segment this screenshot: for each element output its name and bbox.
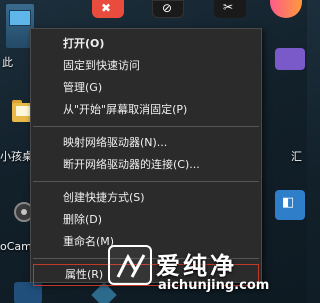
ocam-label: oCam [0, 240, 32, 253]
this-pc-label: 此 [2, 56, 13, 69]
menu-separator [33, 181, 259, 182]
folder-label: 小孩桌 [0, 150, 33, 163]
app-icon[interactable]: ⊘ [152, 0, 184, 18]
menu-item-unpin-start[interactable]: 从"开始"屏幕取消固定(P) [31, 99, 261, 121]
desktop-label: 汇 [291, 150, 302, 163]
app-icon[interactable] [270, 0, 302, 18]
menu-item-manage[interactable]: 管理(G) [31, 77, 261, 99]
menu-item-delete[interactable]: 删除(D) [31, 209, 261, 231]
menu-item-create-shortcut[interactable]: 创建快捷方式(S) [31, 187, 261, 209]
capcut-icon[interactable]: ✂ [214, 0, 246, 18]
app-icon[interactable] [275, 48, 305, 70]
watermark-url: aichunjing.com [158, 278, 270, 293]
app-icon[interactable]: ◧ [275, 190, 305, 220]
menu-item-map-network-drive[interactable]: 映射网络驱动器(N)... [31, 132, 261, 154]
app-icon[interactable]: ✖ [92, 0, 124, 18]
menu-item-pin-quick-access[interactable]: 固定到快速访问 [31, 55, 261, 77]
menu-separator [33, 126, 259, 127]
menu-item-disconnect-network-drive[interactable]: 断开网络驱动器的连接(C)... [31, 154, 261, 176]
watermark-logo-icon [108, 245, 152, 285]
menu-item-open[interactable]: 打开(O) [31, 33, 261, 55]
watermark-title: 爱纯净 [156, 252, 237, 280]
